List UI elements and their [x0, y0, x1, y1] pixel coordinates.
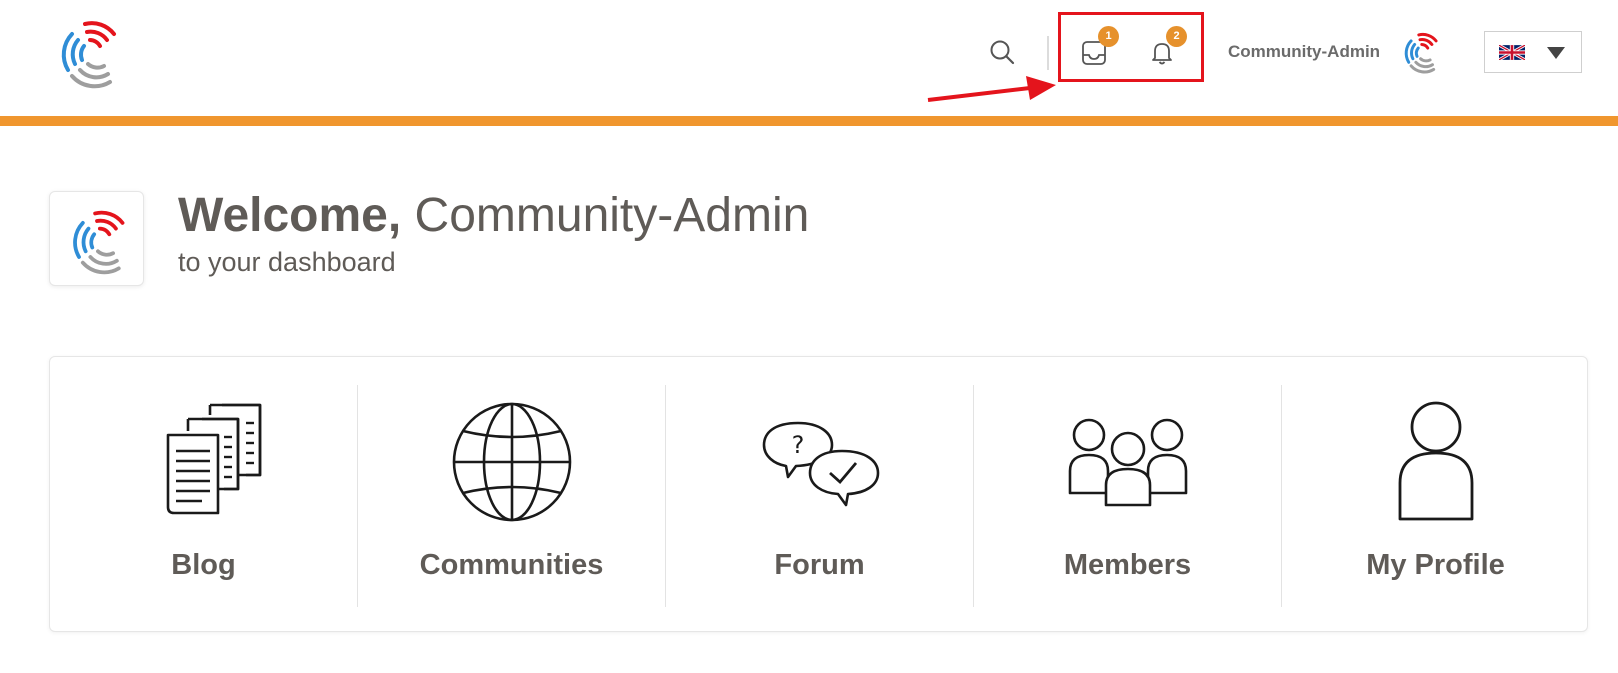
annotation-highlight-box [1058, 12, 1204, 82]
tile-label: Members [1063, 549, 1192, 581]
person-icon [1282, 401, 1589, 523]
group-icon [974, 401, 1281, 523]
welcome-logo-icon [49, 191, 144, 286]
header-divider [1047, 36, 1049, 70]
tile-blog[interactable]: Blog [50, 357, 357, 631]
uk-flag-icon [1499, 45, 1525, 60]
header-accent-bar [0, 116, 1618, 126]
welcome-user-name: Community-Admin [414, 189, 810, 242]
tile-members[interactable]: Members [974, 357, 1281, 631]
tile-label: Communities [419, 549, 604, 581]
annotation-arrow [927, 76, 1056, 102]
search-icon[interactable] [988, 38, 1016, 66]
tile-label: Blog [171, 549, 236, 581]
globe-icon [358, 401, 665, 523]
site-logo-icon[interactable] [50, 12, 124, 90]
tile-my-profile[interactable]: My Profile [1282, 357, 1589, 631]
user-name-link[interactable]: Community-Admin [1228, 42, 1380, 62]
language-select[interactable] [1484, 31, 1582, 73]
documents-icon [50, 401, 357, 523]
avatar[interactable] [1398, 27, 1442, 75]
dashboard-tiles: Blog Communities ? Forum Members My Prof… [49, 356, 1588, 632]
speech-bubbles-icon: ? [666, 401, 973, 523]
page-subtitle: to your dashboard [178, 247, 396, 277]
tile-communities[interactable]: Communities [358, 357, 665, 631]
svg-text:?: ? [791, 431, 804, 459]
tile-label: My Profile [1366, 549, 1505, 581]
tile-label: Forum [774, 549, 865, 581]
page-title: Welcome, Community-Admin [178, 188, 809, 243]
top-bar: 1 2 Community-Admin [0, 0, 1618, 116]
welcome-greeting: Welcome, [178, 189, 402, 242]
caret-down-icon [1547, 47, 1565, 59]
tile-forum[interactable]: ? Forum [666, 357, 973, 631]
